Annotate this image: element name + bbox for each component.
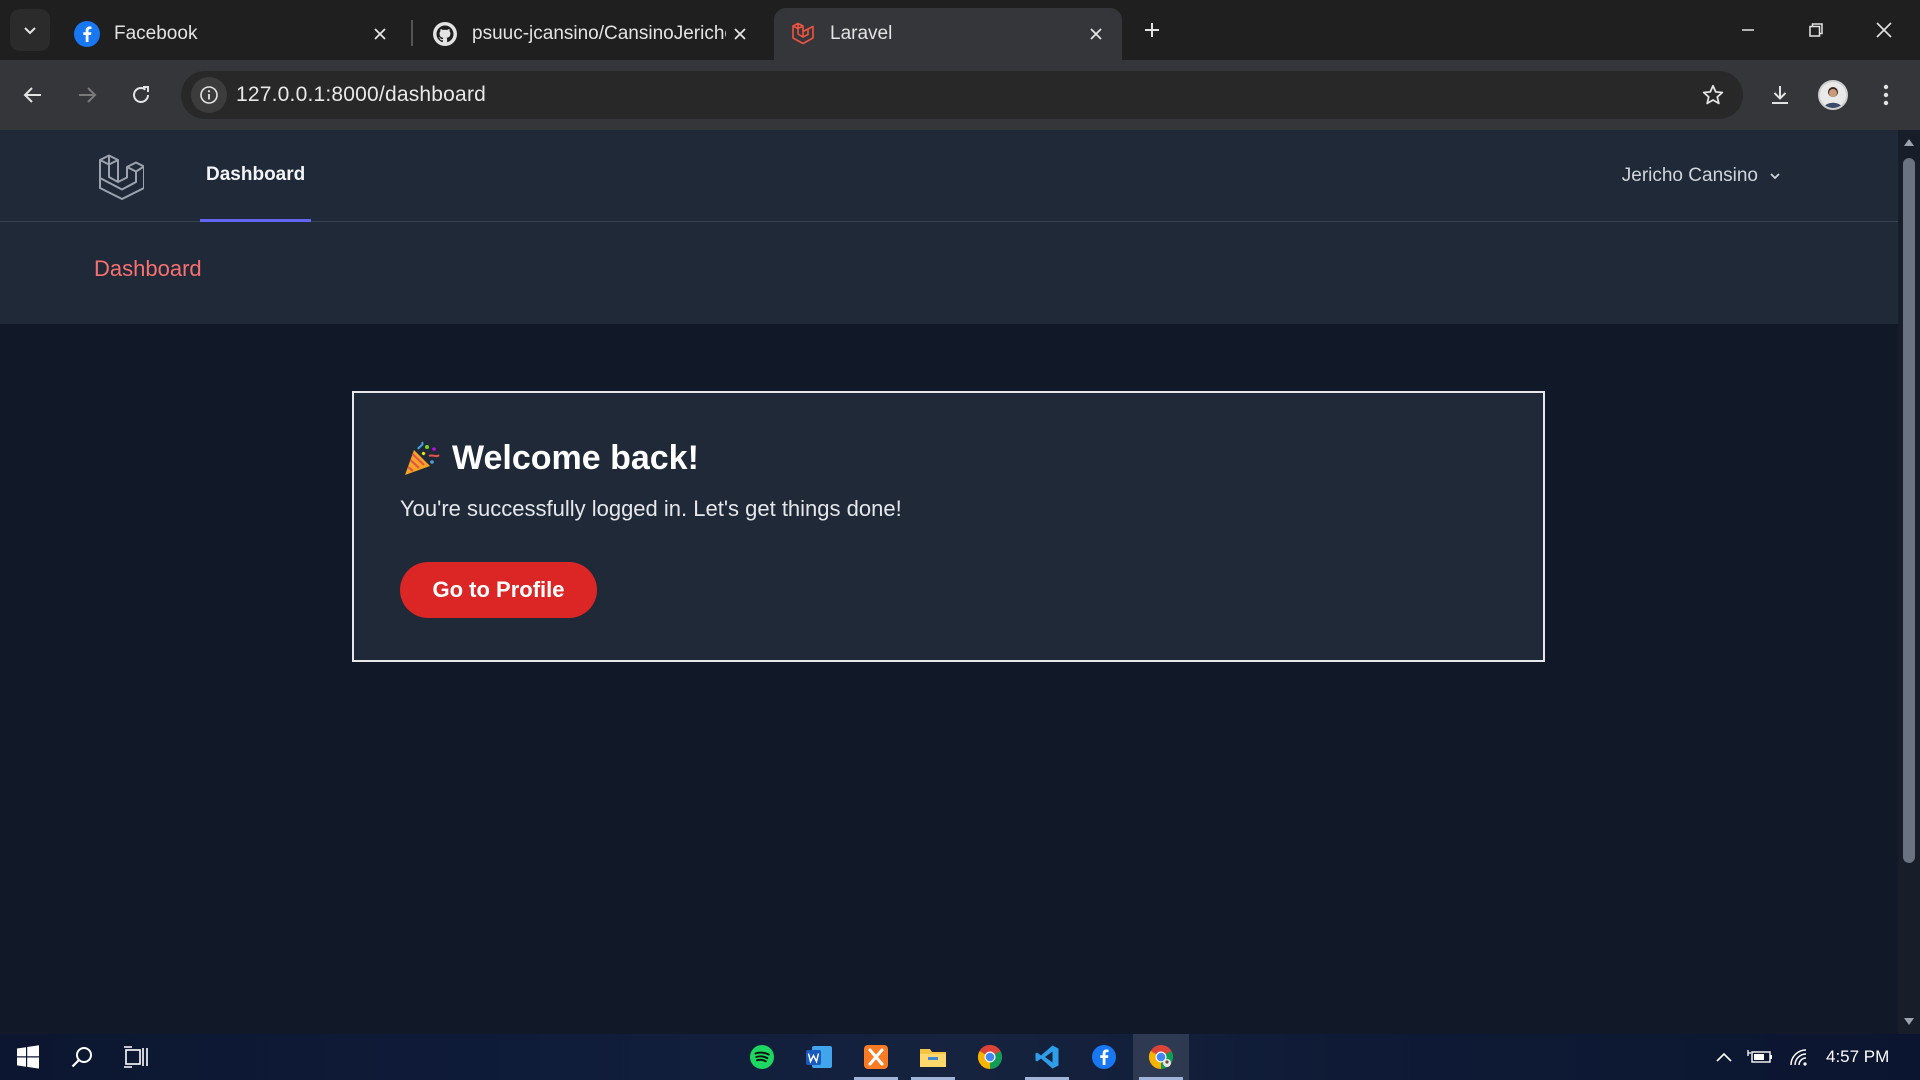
tab-github[interactable]: psuuc-jcansino/CansinoJericho [416, 8, 766, 60]
welcome-title: Welcome back! [452, 439, 699, 477]
welcome-heading: Welcome back! [402, 439, 699, 478]
page-header: Dashboard [0, 222, 1898, 324]
chevron-up-icon [1716, 1052, 1732, 1062]
windows-icon [17, 1045, 39, 1069]
close-icon[interactable] [366, 20, 394, 48]
show-hidden-icons-button[interactable] [1712, 1034, 1736, 1080]
close-icon[interactable] [1082, 20, 1110, 48]
word-icon[interactable] [791, 1034, 847, 1080]
address-bar[interactable]: 127.0.0.1:8000/dashboard [181, 71, 1743, 119]
download-icon [1772, 86, 1788, 104]
arrow-right-icon [79, 87, 97, 103]
browser-toolbar: 127.0.0.1:8000/dashboard [0, 60, 1920, 130]
chrome-icon[interactable] [1133, 1034, 1189, 1080]
profile-button[interactable] [1813, 75, 1853, 115]
back-button[interactable] [13, 75, 53, 115]
file-explorer-icon[interactable] [905, 1034, 961, 1080]
start-button[interactable] [0, 1034, 56, 1080]
star-icon [1702, 84, 1724, 105]
tab-separator [411, 20, 413, 46]
tab-laravel[interactable]: Laravel [774, 8, 1122, 60]
github-icon [432, 21, 458, 47]
nav-link-dashboard[interactable]: Dashboard [200, 130, 312, 222]
arrow-left-icon [23, 87, 41, 103]
screen: Facebook psuuc-jcansino/CansinoJericho L… [0, 0, 1920, 1080]
site-info-button[interactable] [191, 77, 227, 113]
forward-button[interactable] [67, 75, 107, 115]
vscode-icon[interactable] [1019, 1034, 1075, 1080]
chevron-down-icon [24, 27, 36, 35]
url-text[interactable]: 127.0.0.1:8000/dashboard [236, 83, 486, 107]
wifi-icon[interactable] [1785, 1034, 1815, 1080]
go-to-profile-button[interactable]: Go to Profile [400, 562, 597, 618]
chevron-down-icon [1770, 173, 1780, 180]
bookmark-star-button[interactable] [1699, 81, 1727, 109]
welcome-card: Welcome back! You're successfully logged… [352, 391, 1545, 662]
xampp-icon[interactable] [848, 1034, 904, 1080]
reload-button[interactable] [121, 75, 161, 115]
user-menu-trigger[interactable]: Jericho Cansino [1622, 130, 1782, 222]
avatar [1818, 80, 1848, 110]
tab-search-button[interactable] [10, 9, 50, 51]
scroll-up-arrow-icon[interactable] [1902, 135, 1916, 149]
new-tab-button[interactable] [1134, 12, 1170, 48]
tab-title: Laravel [830, 23, 893, 44]
page-viewport: Dashboard Jericho Cansino Dashboard Welc… [0, 130, 1898, 1034]
chrome-icon[interactable] [962, 1034, 1018, 1080]
facebook-icon [74, 21, 100, 47]
taskbar: 4:57 PM [0, 1034, 1920, 1080]
page-title: Dashboard [94, 256, 202, 281]
laravel-logo-icon[interactable] [96, 152, 145, 200]
restore-icon [1809, 23, 1823, 37]
spotify-icon[interactable] [734, 1034, 790, 1080]
user-name: Jericho Cansino [1621, 165, 1758, 186]
info-icon [200, 86, 218, 104]
search-icon [71, 1047, 92, 1068]
restore-button[interactable] [1782, 0, 1850, 60]
laravel-icon [790, 21, 816, 47]
tab-facebook[interactable]: Facebook [58, 8, 406, 60]
taskbar-search-button[interactable] [54, 1034, 110, 1080]
minimize-icon [1742, 29, 1754, 31]
welcome-message: You're successfully logged in. Let's get… [400, 496, 902, 521]
more-vertical-icon [1883, 84, 1889, 106]
plus-icon [1145, 23, 1159, 37]
minimize-button[interactable] [1714, 0, 1782, 60]
tab-title: Facebook [114, 23, 198, 44]
close-icon [1876, 22, 1892, 38]
reload-icon [133, 86, 149, 103]
page-scrollbar[interactable] [1898, 130, 1920, 1034]
scrollbar-thumb[interactable] [1903, 158, 1915, 863]
battery-icon[interactable] [1745, 1034, 1775, 1080]
clock[interactable]: 4:57 PM [1826, 1034, 1889, 1080]
scroll-down-arrow-icon[interactable] [1902, 1015, 1916, 1029]
task-view-icon [124, 1046, 148, 1068]
browser-menu-button[interactable] [1866, 75, 1906, 115]
facebook-icon[interactable] [1076, 1034, 1132, 1080]
close-icon[interactable] [726, 20, 754, 48]
task-view-button[interactable] [108, 1034, 164, 1080]
window-close-button[interactable] [1850, 0, 1918, 60]
tab-title: psuuc-jcansino/CansinoJericho [472, 23, 726, 44]
party-popper-icon [402, 440, 440, 478]
downloads-button[interactable] [1760, 75, 1800, 115]
browser-tab-strip: Facebook psuuc-jcansino/CansinoJericho L… [0, 0, 1920, 60]
app-navbar: Dashboard Jericho Cansino [0, 130, 1898, 222]
